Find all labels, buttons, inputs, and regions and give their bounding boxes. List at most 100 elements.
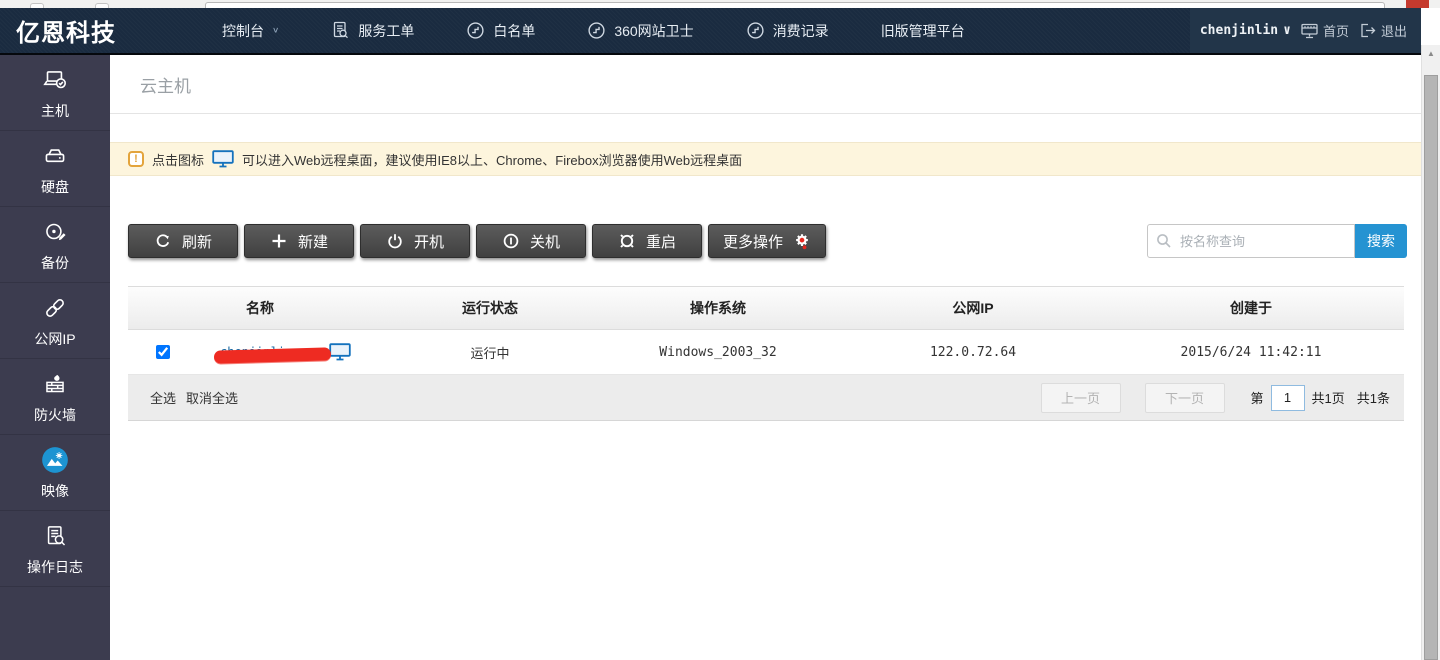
button-label: 新建: [298, 231, 328, 252]
column-header-name: 名称: [128, 287, 392, 329]
button-label: 开机: [414, 231, 444, 252]
nav-item-consumption-record[interactable]: 消费记录: [720, 8, 855, 53]
column-header-created: 创建于: [1098, 287, 1404, 329]
sidebar-item-label: 映像: [41, 481, 69, 501]
nav-item-console[interactable]: 控制台 ∨: [196, 8, 305, 53]
home-desktop-icon: [1300, 21, 1319, 40]
link-icon: [40, 293, 70, 323]
scrollbar-up-button[interactable]: ▲: [1422, 45, 1440, 62]
search-icon: [1156, 233, 1172, 249]
nav-item-label: 服务工单: [358, 21, 414, 41]
logout-icon: [1358, 21, 1377, 40]
items-total-label: 共1条: [1357, 388, 1390, 407]
nav-item-service-ticket[interactable]: 服务工单: [305, 8, 440, 53]
pages-total-label: 共1页: [1312, 388, 1345, 407]
redaction-marker: [214, 347, 331, 363]
chevron-down-icon: ∨: [272, 26, 279, 35]
pagination: 上一页 下一页 第 共1页 共1条: [1017, 383, 1390, 413]
reboot-button[interactable]: 重启: [592, 224, 702, 258]
create-button[interactable]: 新建: [244, 224, 354, 258]
logout-link[interactable]: 退出: [1358, 21, 1407, 40]
table-footer: 全选 取消全选 上一页 下一页 第 共1页 共1条: [128, 375, 1404, 421]
nav-item-label: 白名单: [493, 21, 535, 41]
more-actions-button[interactable]: 更多操作: [708, 224, 826, 258]
chevron-down-icon: ∨: [1283, 23, 1291, 38]
globe-swirl-icon: [587, 21, 606, 40]
prev-page-button[interactable]: 上一页: [1041, 383, 1121, 413]
notice-text-suffix: 可以进入Web远程桌面，建议使用IE8以上、Chrome、Firebox浏览器使…: [242, 150, 742, 169]
search-input[interactable]: [1178, 233, 1328, 250]
sidebar-item-host[interactable]: 主机: [0, 55, 110, 131]
globe-swirl-icon: [466, 21, 485, 40]
sidebar-item-label: 硬盘: [41, 177, 69, 197]
name-cell: chenjinlin.com: [128, 330, 392, 374]
select-all-link[interactable]: 全选: [150, 388, 176, 407]
browser-chrome-remnant: [0, 0, 1440, 8]
user-name-label: chenjinlin: [1200, 23, 1278, 38]
sidebar-item-label: 操作日志: [27, 557, 83, 577]
power-off-button[interactable]: 关机: [476, 224, 586, 258]
top-navigation-bar: 亿恩科技 控制台 ∨ 服务工单 白名单: [0, 8, 1421, 55]
page-info: 第 共1页 共1条: [1251, 385, 1390, 411]
plus-icon: [270, 232, 288, 250]
table-row: chenjinlin.com 运行中 Windows_2003_32 122.0…: [128, 330, 1404, 375]
page-label: 第: [1251, 388, 1264, 407]
user-menu[interactable]: chenjinlin ∨: [1200, 23, 1291, 38]
sidebar-item-label: 主机: [41, 101, 69, 121]
os-cell: Windows_2003_32: [588, 330, 848, 374]
nav-item-label: 旧版管理平台: [881, 21, 965, 41]
globe-swirl-icon: [746, 21, 765, 40]
column-header-os: 操作系统: [588, 287, 848, 329]
search-button[interactable]: 搜索: [1355, 224, 1407, 258]
notice-bar: ! 点击图标 可以进入Web远程桌面，建议使用IE8以上、Chrome、Fire…: [110, 142, 1421, 176]
firewall-icon: [40, 369, 70, 399]
button-label: 更多操作: [723, 231, 783, 252]
laptop-check-icon: [40, 65, 70, 95]
scrollbar-track[interactable]: ▲: [1421, 45, 1440, 660]
next-page-button[interactable]: 下一页: [1145, 383, 1225, 413]
nav-item-label: 消费记录: [773, 21, 829, 41]
page-title: 云主机: [110, 55, 1421, 114]
status-cell: 运行中: [392, 330, 588, 374]
main-nav: 控制台 ∨ 服务工单 白名单: [196, 8, 991, 53]
server-name-wrap: chenjinlin.com: [220, 345, 321, 359]
sidebar-item-operation-log[interactable]: 操作日志: [0, 511, 110, 587]
refresh-icon: [154, 232, 172, 250]
brand-logo[interactable]: 亿恩科技: [0, 13, 136, 48]
server-table: 名称 运行状态 操作系统 公网IP 创建于 chenjinlin.com 运行中: [128, 286, 1404, 421]
document-search-icon: [331, 21, 350, 40]
button-label: 重启: [646, 231, 676, 252]
sidebar-item-public-ip[interactable]: 公网IP: [0, 283, 110, 359]
button-label: 刷新: [182, 231, 212, 252]
sidebar-item-label: 防火墙: [34, 405, 76, 425]
table-header: 名称 运行状态 操作系统 公网IP 创建于: [128, 286, 1404, 330]
nav-item-whitelist[interactable]: 白名单: [440, 8, 561, 53]
logout-label: 退出: [1381, 21, 1407, 40]
ip-cell: 122.0.72.64: [848, 330, 1098, 374]
disc-pencil-icon: [40, 217, 70, 247]
sidebar-item-disk[interactable]: 硬盘: [0, 131, 110, 207]
notice-text-prefix: 点击图标: [152, 150, 204, 169]
gear-icon: [793, 232, 811, 250]
remote-desktop-icon[interactable]: [329, 343, 351, 361]
main-content: 云主机 ! 点击图标 可以进入Web远程桌面，建议使用IE8以上、Chrome、…: [110, 55, 1421, 660]
power-on-button[interactable]: 开机: [360, 224, 470, 258]
home-link[interactable]: 首页: [1300, 21, 1349, 40]
created-cell: 2015/6/24 11:42:11: [1098, 330, 1404, 374]
search-field: [1147, 224, 1355, 258]
nav-item-360-guard[interactable]: 360网站卫士: [561, 8, 719, 53]
deselect-all-link[interactable]: 取消全选: [186, 388, 238, 407]
sidebar-item-image[interactable]: 映像: [0, 435, 110, 511]
row-checkbox[interactable]: [156, 345, 170, 359]
image-icon: [40, 445, 70, 475]
page-number-input[interactable]: [1271, 385, 1305, 411]
scrollbar-thumb[interactable]: [1424, 75, 1438, 660]
remote-desktop-icon: [212, 150, 234, 168]
nav-item-legacy-platform[interactable]: 旧版管理平台: [855, 8, 991, 53]
sidebar-item-backup[interactable]: 备份: [0, 207, 110, 283]
refresh-button[interactable]: 刷新: [128, 224, 238, 258]
power-off-icon: [502, 232, 520, 250]
sidebar-item-firewall[interactable]: 防火墙: [0, 359, 110, 435]
sidebar-item-label: 公网IP: [34, 329, 75, 349]
nav-item-label: 360网站卫士: [614, 21, 693, 41]
